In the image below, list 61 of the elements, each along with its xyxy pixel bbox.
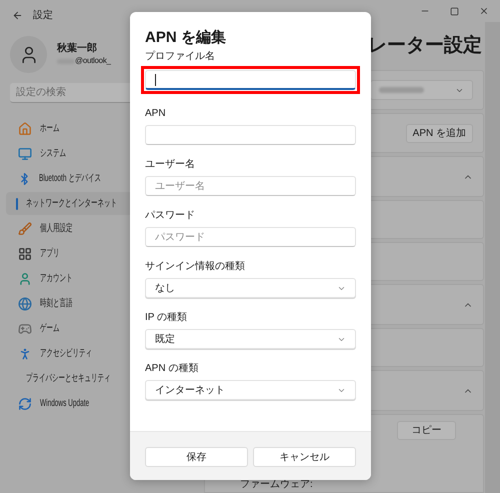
nav-label: アカウント: [40, 272, 72, 286]
dropdown[interactable]: なし: [145, 278, 356, 298]
accessibility-icon: [18, 346, 32, 360]
home-icon: [18, 122, 32, 136]
nav-label: ネットワークとインターネット: [26, 197, 117, 211]
monitor-icon: [18, 146, 32, 160]
nav-label: アクセシビリティ: [40, 347, 92, 361]
field-label: パスワード: [145, 209, 196, 223]
nav-item[interactable]: Bluetooth とデバイス: [6, 167, 134, 190]
blurred-text: [379, 87, 424, 93]
bluetooth-icon: [18, 172, 31, 186]
input-field[interactable]: パスワード: [145, 227, 356, 247]
nav-item[interactable]: システム: [6, 142, 134, 165]
dropdown[interactable]: インターネット: [145, 380, 356, 400]
back-icon[interactable]: [12, 10, 23, 20]
input-field[interactable]: [145, 125, 356, 145]
text-caret: [155, 74, 156, 86]
account-email: @outlook_: [75, 55, 111, 67]
nav-item[interactable]: ホーム: [6, 117, 134, 140]
globe-icon: [18, 296, 32, 310]
gamepad-icon: [18, 322, 32, 336]
add-apn-button[interactable]: APN を追加: [406, 124, 473, 142]
account-name: 秋葉一郎: [57, 42, 98, 55]
input-field[interactable]: [145, 70, 356, 90]
field-label: APN: [145, 107, 167, 121]
field-label: IP の種類: [145, 311, 188, 325]
nav-label: 時刻と言語: [40, 296, 72, 311]
nav-label: アプリ: [40, 246, 60, 261]
nav-item[interactable]: プライバシーとセキュリティ: [6, 367, 134, 390]
dialog-button[interactable]: 保存: [145, 447, 248, 467]
update-icon: [18, 396, 32, 410]
apps-grid-icon: [18, 246, 32, 260]
nav-item[interactable]: ゲーム: [6, 317, 134, 340]
nav-label: Windows Update: [40, 397, 90, 411]
field-label: サインイン情報の種類: [145, 260, 246, 274]
field-label: APN の種類: [145, 362, 200, 376]
nav-label: 個人用設定: [40, 222, 72, 236]
dialog-button[interactable]: キャンセル: [253, 447, 356, 467]
nav-item[interactable]: アクセシビリティ: [6, 342, 134, 365]
maximize-icon[interactable]: [450, 6, 459, 16]
field-label: プロファイル名: [145, 50, 216, 64]
nav-item[interactable]: アプリ: [6, 242, 134, 265]
dropdown[interactable]: 既定: [145, 329, 356, 349]
field-label: ユーザー名: [145, 158, 196, 172]
nav-item[interactable]: 時刻と言語: [6, 292, 134, 315]
nav-label: ホーム: [40, 122, 60, 136]
window-title: 設定: [33, 8, 53, 22]
nav-item[interactable]: Windows Update: [6, 392, 134, 415]
nav-label: ゲーム: [40, 322, 60, 336]
firmware-label: ファームウェア:: [239, 479, 314, 492]
nav-item[interactable]: 個人用設定: [6, 217, 134, 240]
nav-item[interactable]: アカウント: [6, 267, 134, 290]
selection-indicator: [16, 198, 18, 210]
close-icon[interactable]: [479, 6, 489, 16]
copy-button[interactable]: コピー: [397, 421, 456, 440]
nav-label: システム: [40, 147, 66, 161]
person-icon: [18, 272, 32, 286]
brush-icon: [18, 222, 32, 236]
nav-label: プライバシーとセキュリティ: [26, 372, 110, 386]
dialog-title: APN を編集: [145, 28, 227, 48]
nav-label: Bluetooth とデバイス: [38, 172, 101, 186]
